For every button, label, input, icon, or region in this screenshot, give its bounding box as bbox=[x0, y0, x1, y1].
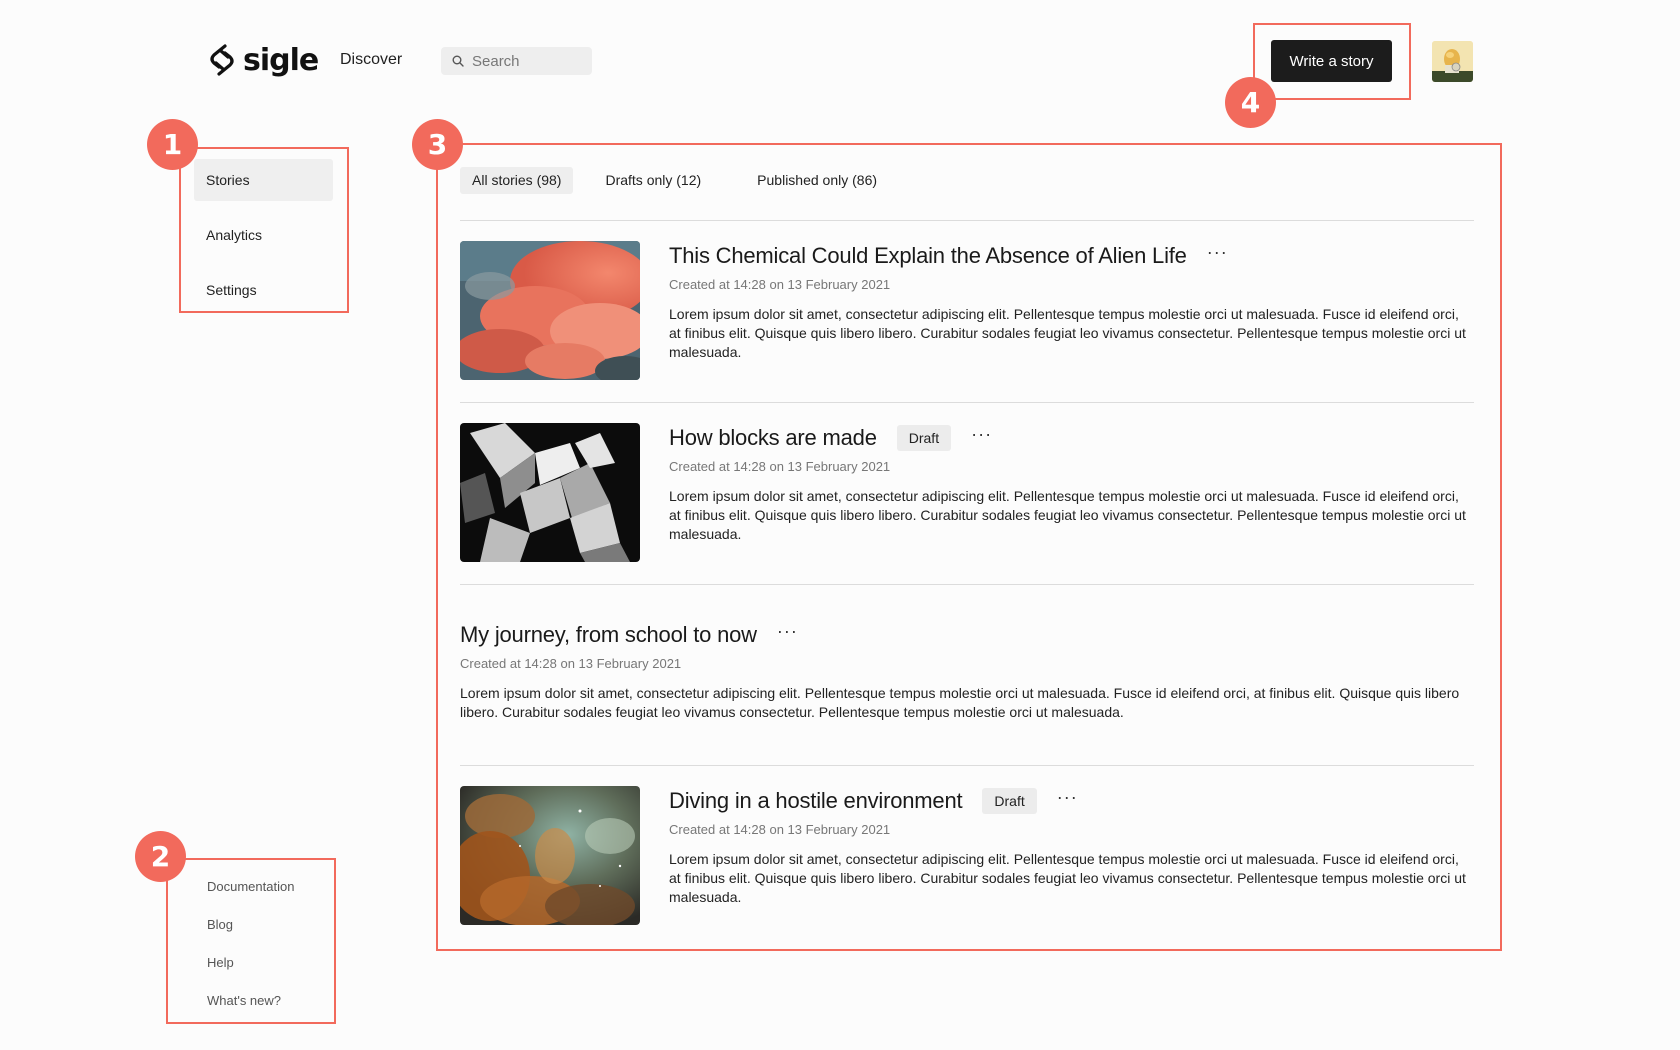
logo-text: sigle bbox=[243, 42, 319, 78]
annotation-marker-1: 1 bbox=[147, 119, 198, 170]
annotation-box-3 bbox=[436, 143, 1502, 951]
annotation-marker-3: 3 bbox=[412, 119, 463, 170]
avatar[interactable] bbox=[1432, 41, 1473, 82]
sigle-logo-icon bbox=[210, 44, 234, 76]
annotation-box-2 bbox=[166, 858, 336, 1024]
annotation-marker-2: 2 bbox=[135, 831, 186, 882]
search-input[interactable] bbox=[472, 52, 582, 70]
search-bar[interactable] bbox=[441, 47, 592, 75]
nav-discover-link[interactable]: Discover bbox=[340, 51, 402, 69]
annotation-box-4 bbox=[1253, 23, 1411, 100]
annotation-box-1 bbox=[179, 147, 349, 313]
annotation-marker-4: 4 bbox=[1225, 77, 1276, 128]
avatar-image bbox=[1432, 41, 1473, 82]
search-icon bbox=[452, 55, 464, 67]
logo[interactable]: sigle bbox=[207, 42, 319, 78]
